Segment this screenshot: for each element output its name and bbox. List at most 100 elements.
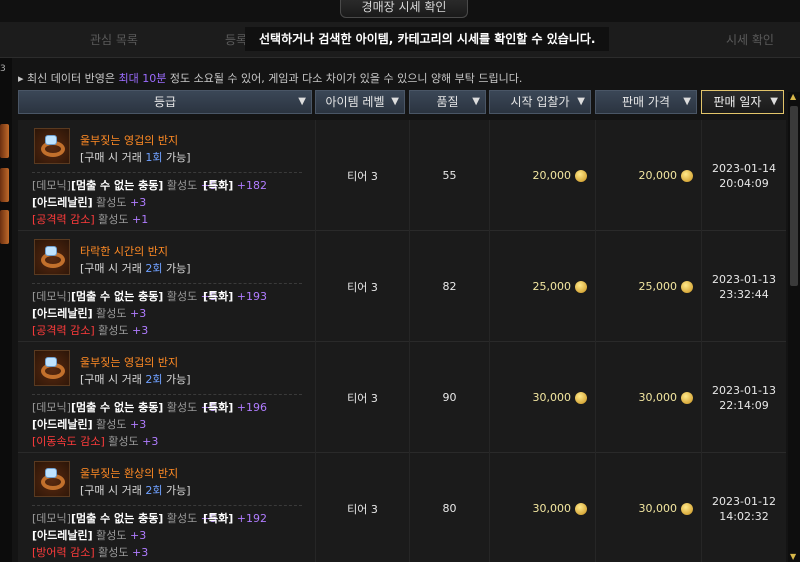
table-scrollbar[interactable]: ▲ ▼ xyxy=(788,92,800,562)
data-notice: ▸ 최신 데이터 반영은 최대 10분 정도 소요될 수 있어, 게임과 다소 … xyxy=(18,70,522,86)
engraving-line: [아드레날린] 활성도 +3 xyxy=(32,307,147,320)
divider xyxy=(32,172,302,173)
divider xyxy=(32,283,302,284)
gold-coin-icon xyxy=(575,280,587,293)
item-trade-limit: [구매 시 거래 1회 가능] xyxy=(80,151,191,164)
item-name: 울부짖는 환상의 반지 xyxy=(80,467,179,480)
tab-market-price[interactable]: 시세 확인 xyxy=(726,22,774,58)
window-title: 경매장 시세 확인 xyxy=(340,0,468,18)
gold-coin-icon xyxy=(575,391,587,404)
table-row[interactable]: 타락한 시간의 반지 [구매 시 거래 2회 가능] [데모닉][멈출 수 없는… xyxy=(18,231,786,342)
left-edge-item-thumb xyxy=(0,168,9,202)
item-level-value: 티어 3 xyxy=(347,280,378,294)
tab-register[interactable]: 등록 xyxy=(225,22,247,58)
sale-price-value: 25,000 xyxy=(596,231,701,342)
item-level-value: 티어 3 xyxy=(347,169,378,183)
table-row[interactable]: 울부짖는 영겁의 반지 [구매 시 거래 1회 가능] [데모닉][멈출 수 없… xyxy=(18,120,786,231)
column-header-quality[interactable]: 품질 ▼ xyxy=(409,90,486,114)
column-header-label: 판매 가격 xyxy=(622,95,670,109)
ring-item-icon xyxy=(34,239,70,275)
start-bid-value: 25,000 xyxy=(490,231,595,342)
engraving-line: [아드레날린] 활성도 +3 xyxy=(32,196,147,209)
engraving-line-penalty: [공격력 감소] 활성도 +1 xyxy=(32,213,149,226)
table-row[interactable]: 울부짖는 영겁의 반지 [구매 시 거래 2회 가능] [데모닉][멈출 수 없… xyxy=(18,342,786,453)
item-name: 울부짖는 영겁의 반지 xyxy=(80,134,179,147)
stat-line: [특화] +196 xyxy=(203,401,268,414)
sale-price-value: 30,000 xyxy=(596,342,701,453)
scroll-thumb[interactable] xyxy=(790,106,798,286)
tab-watchlist[interactable]: 관심 목록 xyxy=(90,22,138,58)
sale-date-value: 2023-01-13 23:32:44 xyxy=(712,272,776,301)
sale-date-value: 2023-01-13 22:14:09 xyxy=(712,383,776,412)
engraving-line: [아드레날린] 활성도 +3 xyxy=(32,529,147,542)
scroll-down-arrow-icon[interactable]: ▼ xyxy=(790,552,798,562)
start-bid-value: 30,000 xyxy=(490,453,595,562)
divider xyxy=(32,394,302,395)
column-header-item-level[interactable]: 아이템 레벨 ▼ xyxy=(315,90,405,114)
column-header-label: 아이템 레벨 xyxy=(325,95,385,109)
gold-coin-icon xyxy=(681,391,693,404)
column-header-sale-price[interactable]: 판매 가격 ▼ xyxy=(595,90,697,114)
sort-arrow-icon: ▼ xyxy=(577,96,585,107)
stat-line: [특화] +193 xyxy=(203,290,268,303)
quality-value: 82 xyxy=(442,280,457,293)
item-trade-limit: [구매 시 거래 2회 가능] xyxy=(80,373,191,386)
sale-price-value: 30,000 xyxy=(596,453,701,562)
item-level-value: 티어 3 xyxy=(347,391,378,405)
start-bid-value: 20,000 xyxy=(490,120,595,231)
gold-coin-icon xyxy=(681,280,693,293)
gold-coin-icon xyxy=(681,169,693,182)
item-level-value: 티어 3 xyxy=(347,502,378,516)
engraving-line-penalty: [공격력 감소] 활성도 +3 xyxy=(32,324,149,337)
notice-bullet-icon: ▸ xyxy=(18,72,28,85)
gold-coin-icon xyxy=(575,502,587,515)
engraving-line: [데모닉][멈출 수 없는 충동] 활성도 +5 xyxy=(32,179,217,192)
price-history-table: 울부짖는 영겁의 반지 [구매 시 거래 1회 가능] [데모닉][멈출 수 없… xyxy=(18,120,786,562)
scroll-up-arrow-icon[interactable]: ▲ xyxy=(790,92,798,102)
sort-arrow-icon: ▼ xyxy=(683,96,691,107)
engraving-line: [데모닉][멈출 수 없는 충동] 활성도 +5 xyxy=(32,512,217,525)
column-header-sale-date[interactable]: 판매 일자 ▼ xyxy=(701,90,784,114)
item-name: 울부짖는 영겁의 반지 xyxy=(80,356,179,369)
gold-coin-icon xyxy=(681,502,693,515)
sale-date-value: 2023-01-14 20:04:09 xyxy=(712,161,776,190)
left-edge-marker: 3 xyxy=(0,64,6,74)
column-header-label: 품질 xyxy=(436,95,459,109)
engraving-line-penalty: [이동속도 감소] 활성도 +3 xyxy=(32,435,159,448)
divider xyxy=(32,505,302,506)
left-edge-item-thumb xyxy=(0,124,9,158)
window-title-bar: 경매장 시세 확인 xyxy=(0,0,800,22)
ring-item-icon xyxy=(34,461,70,497)
left-edge-panel: 3 xyxy=(0,58,12,562)
sale-price-value: 20,000 xyxy=(596,120,701,231)
column-header-label: 판매 일자 xyxy=(713,95,762,109)
start-bid-value: 30,000 xyxy=(490,342,595,453)
sort-arrow-icon: ▼ xyxy=(472,96,480,107)
engraving-line: [아드레날린] 활성도 +3 xyxy=(32,418,147,431)
stat-line: [특화] +192 xyxy=(203,512,268,525)
quality-value: 80 xyxy=(442,502,457,515)
tooltip: 선택하거나 검색한 아이템, 카테고리의 시세를 확인할 수 있습니다. xyxy=(245,27,610,51)
notice-text: 최신 데이터 반영은 xyxy=(27,72,119,85)
sort-arrow-icon: ▼ xyxy=(770,96,778,107)
column-header-grade[interactable]: 등급 ▼ xyxy=(18,90,312,114)
engraving-line: [데모닉][멈출 수 없는 충동] 활성도 +5 xyxy=(32,401,217,414)
quality-value: 55 xyxy=(442,169,457,182)
ring-item-icon xyxy=(34,128,70,164)
item-trade-limit: [구매 시 거래 2회 가능] xyxy=(80,484,191,497)
quality-value: 90 xyxy=(442,391,457,404)
column-header-label: 시작 입찰가 xyxy=(510,95,570,109)
ring-item-icon xyxy=(34,350,70,386)
engraving-line-penalty: [방어력 감소] 활성도 +3 xyxy=(32,546,149,559)
column-header-start-bid[interactable]: 시작 입찰가 ▼ xyxy=(489,90,591,114)
item-name: 타락한 시간의 반지 xyxy=(80,245,168,258)
sort-arrow-icon: ▼ xyxy=(298,96,306,107)
gold-coin-icon xyxy=(575,169,587,182)
table-row[interactable]: 울부짖는 환상의 반지 [구매 시 거래 2회 가능] [데모닉][멈출 수 없… xyxy=(18,453,786,562)
notice-highlight: 최대 10분 xyxy=(118,72,167,85)
sale-date-value: 2023-01-12 14:02:32 xyxy=(712,494,776,523)
item-trade-limit: [구매 시 거래 2회 가능] xyxy=(80,262,191,275)
sort-arrow-icon: ▼ xyxy=(391,96,399,107)
engraving-line: [데모닉][멈출 수 없는 충동] 활성도 +5 xyxy=(32,290,217,303)
stat-line: [특화] +182 xyxy=(203,179,268,192)
